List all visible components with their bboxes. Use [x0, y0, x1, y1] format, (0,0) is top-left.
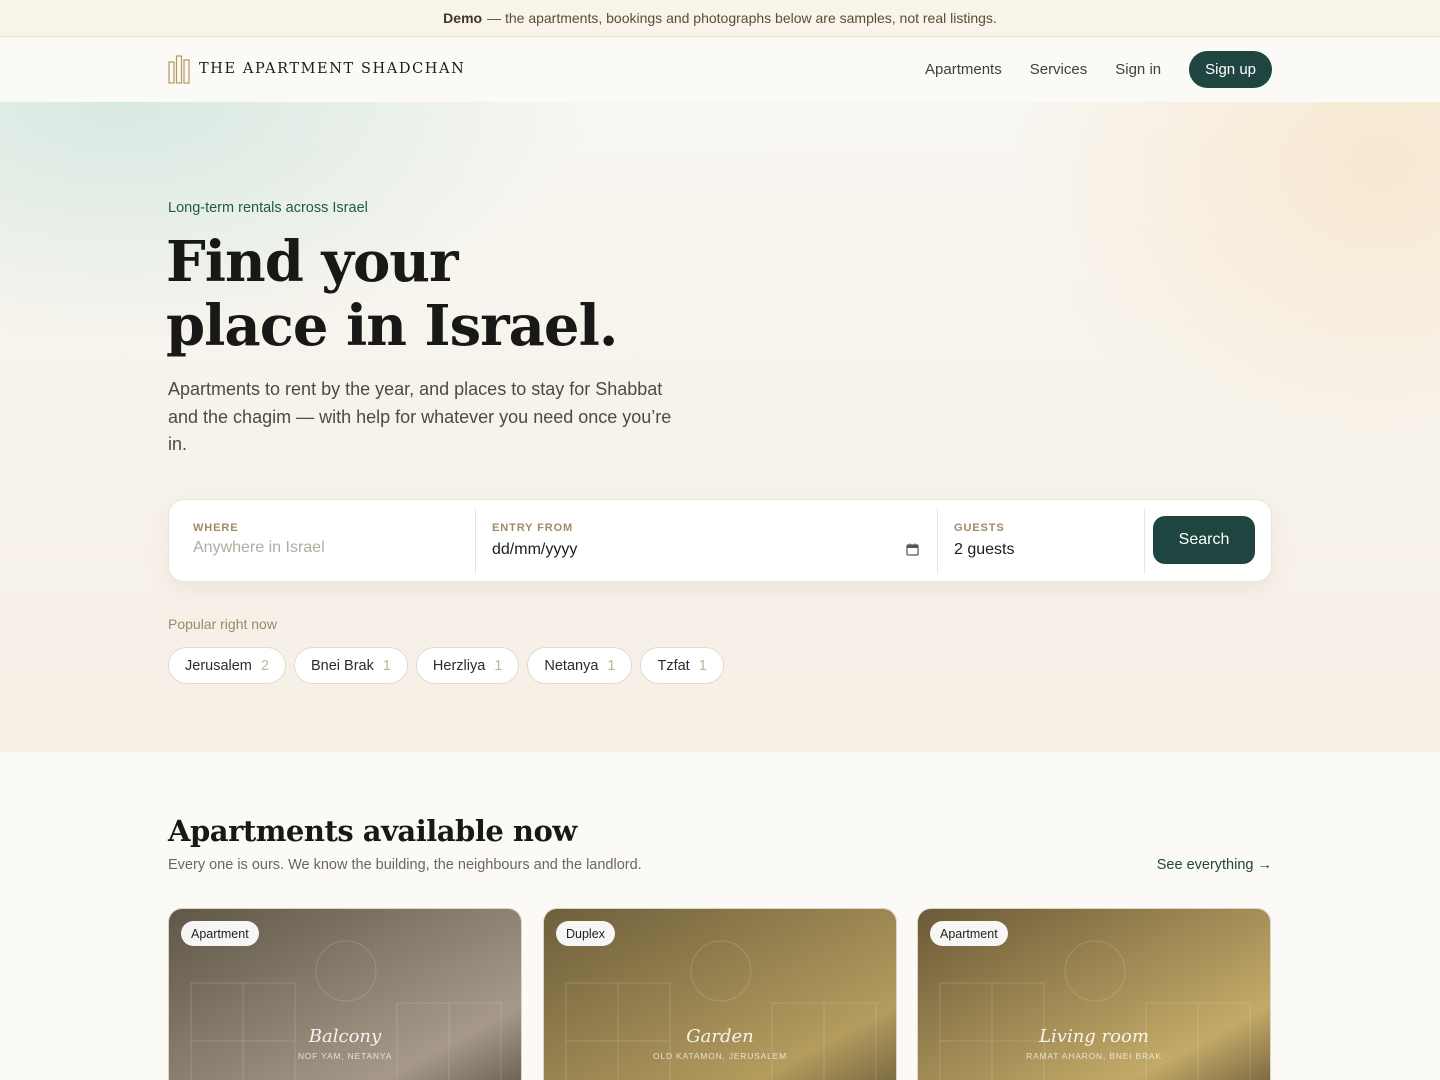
see-everything-link[interactable]: See everything → — [1157, 857, 1272, 873]
nav-sign-in[interactable]: Sign in — [1115, 61, 1161, 78]
listing-type-badge: Duplex — [556, 921, 615, 946]
hero-section: Long-term rentals across Israel Find you… — [0, 102, 1440, 752]
chip-bnei-brak[interactable]: Bnei Brak 1 — [293, 647, 408, 684]
chip-name: Herzliya — [432, 657, 486, 674]
demo-text: — the apartments, bookings and photograp… — [487, 10, 997, 26]
popular-label: Popular right now — [168, 616, 277, 632]
chip-name: Tzfat — [657, 657, 690, 674]
listing-card[interactable]: Apartment Balcony NOF YAM, NETANYA — [168, 908, 522, 1080]
calendar-icon[interactable] — [906, 543, 919, 556]
listing-caption: Garden — [686, 1026, 754, 1047]
listing-card[interactable]: Duplex Garden OLD KATAMON, JERUSALEM — [543, 908, 897, 1080]
chip-herzliya[interactable]: Herzliya 1 — [415, 647, 520, 684]
guests-label: GUESTS — [954, 522, 1005, 534]
listing-type-badge: Apartment — [930, 921, 1008, 946]
listing-caption: Living room — [1039, 1026, 1149, 1047]
search-button[interactable]: Search — [1153, 516, 1255, 564]
chip-tzfat[interactable]: Tzfat 1 — [640, 647, 724, 684]
chip-name: Netanya — [544, 657, 599, 674]
popular-chips: Jerusalem 2 Bnei Brak 1 Herzliya 1 Netan… — [168, 647, 732, 684]
listing-card[interactable]: Apartment Living room RAMAT AHARON, BNEI… — [917, 908, 1271, 1080]
site-header: THE APARTMENT SHADCHAN Apartments Servic… — [0, 37, 1440, 102]
guests-field[interactable]: GUESTS 2 guests — [938, 508, 1145, 574]
listing-location: NOF YAM, NETANYA — [297, 1051, 393, 1061]
where-label: WHERE — [193, 522, 239, 534]
chip-count: 1 — [607, 657, 616, 674]
chip-jerusalem[interactable]: Jerusalem 2 — [168, 647, 286, 684]
sign-up-button[interactable]: Sign up — [1189, 51, 1272, 88]
chip-name: Bnei Brak — [310, 657, 374, 674]
demo-banner: Demo — the apartments, bookings and phot… — [0, 0, 1440, 37]
nav-services[interactable]: Services — [1030, 61, 1088, 78]
guests-select[interactable]: 2 guests — [954, 541, 1014, 559]
hero-title-line-2: place in Israel. — [166, 293, 618, 359]
where-field[interactable]: WHERE — [169, 508, 476, 574]
hero-eyebrow: Long-term rentals across Israel — [168, 200, 368, 216]
listing-caption: Balcony — [308, 1026, 382, 1047]
chip-netanya[interactable]: Netanya 1 — [527, 647, 633, 684]
listing-location: OLD KATAMON, JERUSALEM — [653, 1051, 787, 1061]
chip-name: Jerusalem — [185, 657, 252, 674]
entry-date-field[interactable]: ENTRY FROM dd/mm/yyyy — [476, 508, 938, 574]
where-input[interactable] — [193, 539, 453, 557]
main-nav: Apartments Services Sign in Sign up — [925, 51, 1272, 88]
chip-count: 1 — [382, 657, 391, 674]
hero-subtitle: Apartments to rent by the year, and plac… — [168, 379, 672, 454]
entry-label: ENTRY FROM — [492, 522, 574, 534]
search-bar: WHERE ENTRY FROM dd/mm/yyyy GUESTS 2 gue… — [168, 499, 1272, 582]
entry-date-input[interactable]: dd/mm/yyyy — [492, 541, 577, 559]
logo-text: THE APARTMENT SHADCHAN — [199, 61, 466, 77]
chip-count: 1 — [494, 657, 503, 674]
listing-type-badge: Apartment — [181, 921, 259, 946]
logo[interactable]: THE APARTMENT SHADCHAN — [168, 54, 465, 84]
buildings-logo-icon — [168, 55, 190, 84]
hero-title-line-1: Find your — [166, 229, 459, 295]
hero-title: Find your place in Israel. — [166, 230, 866, 358]
nav-apartments[interactable]: Apartments — [925, 61, 1002, 78]
chip-count: 2 — [260, 657, 269, 674]
demo-label: Demo — [443, 10, 483, 26]
chip-count: 1 — [698, 657, 707, 674]
listings-title: Apartments available now — [168, 814, 577, 848]
listing-location: RAMAT AHARON, BNEI BRAK — [1026, 1051, 1162, 1061]
listings-subtitle: Every one is ours. We know the building,… — [168, 857, 642, 873]
